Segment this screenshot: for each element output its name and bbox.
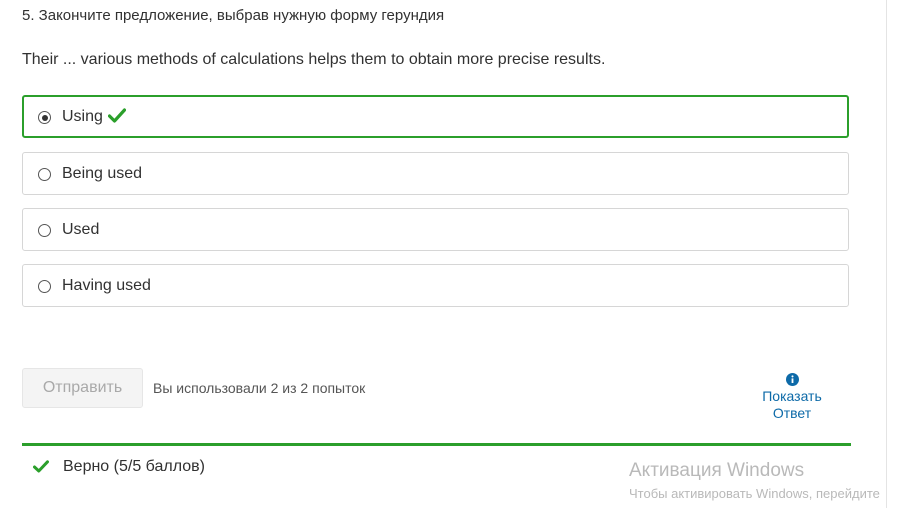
option-label: Being used — [62, 165, 143, 182]
windows-activation-title: Активация Windows — [629, 460, 805, 481]
show-answer-button[interactable]: Показать Ответ — [752, 373, 832, 422]
answer-option-having-used[interactable]: Having used — [22, 264, 849, 307]
feedback-status: Верно (5/5 баллов) — [63, 458, 205, 475]
option-label: Used — [62, 221, 100, 238]
radio-button[interactable] — [38, 168, 51, 181]
option-label: Using — [62, 108, 126, 126]
check-icon — [33, 460, 49, 473]
check-icon — [107, 108, 126, 123]
question-text: Their ... various methods of calculation… — [22, 51, 606, 68]
answer-option-using[interactable]: Using — [22, 95, 849, 138]
windows-activation-subtitle: Чтобы активировать Windows, перейдите — [629, 486, 880, 501]
attempts-counter: Вы использовали 2 из 2 попыток — [153, 380, 366, 396]
info-icon — [785, 373, 799, 386]
submit-button[interactable]: Отправить — [22, 368, 143, 408]
answer-option-being-used[interactable]: Being used — [22, 152, 849, 195]
show-answer-label-line2: Ответ — [772, 405, 812, 421]
radio-button[interactable] — [38, 224, 51, 237]
radio-dot — [41, 114, 48, 121]
option-label-text: Using — [62, 108, 103, 125]
radio-button[interactable] — [38, 280, 51, 293]
answer-option-used[interactable]: Used — [22, 208, 849, 251]
option-label: Having used — [62, 277, 151, 294]
radio-button-selected[interactable] — [38, 111, 51, 124]
page-right-divider — [886, 0, 887, 508]
show-answer-label-line1: Показать — [762, 388, 822, 404]
question-title: 5. Закончите предложение, выбрав нужную … — [22, 7, 445, 24]
feedback-divider — [22, 443, 851, 446]
